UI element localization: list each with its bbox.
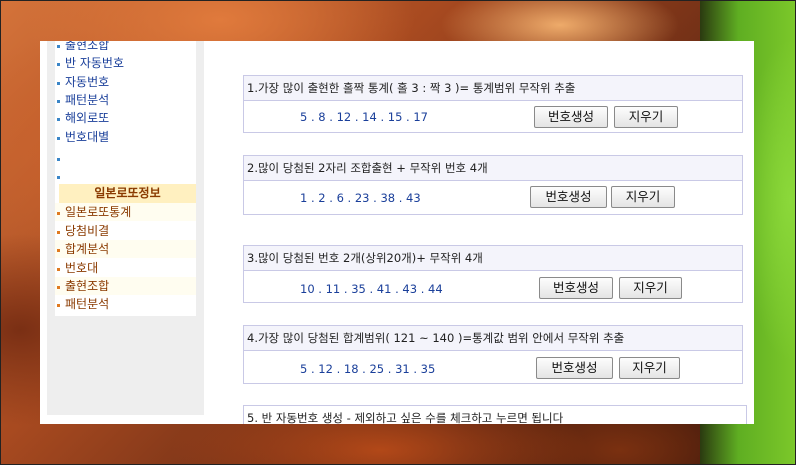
clear-button[interactable]: 지우기 — [619, 357, 680, 379]
sidebar-item-label: 당첨비결 — [65, 224, 110, 238]
sidebar-menu: 출현조합 반 자동번호 자동번호 패턴분석 해외로또 번호대별 일본로또정보 일… — [55, 41, 196, 316]
section-two-digit-combo: 2.많이 당첨된 2자리 조합출현 + 무작위 번호 4개 1 . 2 . 6 … — [243, 155, 743, 215]
generate-button[interactable]: 번호생성 — [530, 186, 607, 208]
section-sum-range: 4.가장 많이 당첨된 합계범위( 121 ~ 140 )=통계값 범위 안에서… — [243, 325, 743, 384]
bullet-icon — [57, 63, 60, 66]
bullet-icon — [57, 118, 60, 121]
sidebar-item-label: 반 자동번호 — [65, 56, 125, 70]
section-title: 5. 반 자동번호 생성 - 제외하고 싶은 수를 체크하고 누르면 됩니다 — [244, 406, 746, 424]
generated-numbers: 5 . 8 . 12 . 14 . 15 . 17 — [300, 110, 428, 124]
sidebar-item-japan-combo[interactable]: 출현조합 — [55, 277, 196, 295]
sidebar-item-semi-auto[interactable]: 반 자동번호 — [55, 54, 196, 72]
japan-lotto-header: 일본로또정보 — [59, 184, 196, 203]
sidebar-item-label: 자동번호 — [65, 75, 110, 89]
sidebar: 출현조합 반 자동번호 자동번호 패턴분석 해외로또 번호대별 일본로또정보 일… — [47, 41, 204, 415]
bullet-icon — [57, 286, 60, 289]
bullet-icon — [57, 158, 60, 161]
generated-numbers: 10 . 11 . 35 . 41 . 43 . 44 — [300, 282, 443, 296]
lotto-page: 출현조합 반 자동번호 자동번호 패턴분석 해외로또 번호대별 일본로또정보 일… — [40, 41, 754, 424]
generated-numbers: 5 . 12 . 18 . 25 . 31 . 35 — [300, 362, 436, 376]
sidebar-item-number-range[interactable]: 번호대별 — [55, 128, 196, 146]
bullet-icon — [57, 100, 60, 103]
sidebar-item-label: 번호대 — [65, 261, 99, 275]
sidebar-item-label: 해외로또 — [65, 111, 110, 125]
sidebar-item-overseas[interactable]: 해외로또 — [55, 109, 196, 127]
clear-button[interactable]: 지우기 — [614, 106, 678, 128]
generate-button[interactable]: 번호생성 — [539, 277, 613, 299]
sidebar-item-pattern[interactable]: 패턴분석 — [55, 91, 196, 109]
sidebar-item-japan-secret[interactable]: 당첨비결 — [55, 222, 196, 240]
bullet-icon — [57, 82, 60, 85]
sidebar-item-auto[interactable]: 자동번호 — [55, 73, 196, 91]
sidebar-item-label: 일본로또통계 — [65, 205, 132, 219]
sidebar-item-japan-range[interactable]: 번호대 — [55, 259, 196, 277]
section-title: 4.가장 많이 당첨된 합계범위( 121 ~ 140 )=통계값 범위 안에서… — [244, 326, 742, 351]
sidebar-item-label: 출현조합 — [65, 41, 110, 52]
generated-numbers: 1 . 2 . 6 . 23 . 38 . 43 — [300, 191, 421, 205]
sidebar-item-appearance-combo[interactable]: 출현조합 — [55, 41, 196, 54]
section-title: 2.많이 당첨된 2자리 조합출현 + 무작위 번호 4개 — [244, 156, 742, 181]
section-top20-numbers: 3.많이 당첨된 번호 2개(상위20개)+ 무작위 4개 10 . 11 . … — [243, 245, 743, 303]
sidebar-item-japan-pattern[interactable]: 패턴분석 — [55, 295, 196, 313]
section-semi-auto: 5. 반 자동번호 생성 - 제외하고 싶은 수를 체크하고 누르면 됩니다 — [243, 405, 747, 424]
sidebar-item-japan-sum[interactable]: 합계분석 — [55, 240, 196, 258]
clear-button[interactable]: 지우기 — [619, 277, 682, 299]
bullet-icon — [57, 212, 60, 215]
bullet-icon — [57, 176, 60, 179]
section-title: 1.가장 많이 출현한 홀짝 통계( 홀 3 : 짝 3 )= 통계범위 무작위… — [244, 76, 742, 101]
bullet-icon — [57, 268, 60, 271]
sidebar-item-label: 합계분석 — [65, 242, 110, 256]
sidebar-item-label: 출현조합 — [65, 279, 110, 293]
bullet-icon — [57, 249, 60, 252]
generate-button[interactable]: 번호생성 — [536, 357, 613, 379]
section-title: 3.많이 당첨된 번호 2개(상위20개)+ 무작위 4개 — [244, 246, 742, 271]
bullet-icon — [57, 231, 60, 234]
sidebar-item-japan-stats[interactable]: 일본로또통계 — [55, 203, 196, 221]
generate-button[interactable]: 번호생성 — [534, 106, 608, 128]
bullet-icon — [57, 137, 60, 140]
bullet-icon — [57, 45, 60, 48]
section-odd-even: 1.가장 많이 출현한 홀짝 통계( 홀 3 : 짝 3 )= 통계범위 무작위… — [243, 75, 743, 133]
bullet-icon — [57, 304, 60, 307]
sidebar-item-label: 번호대별 — [65, 130, 110, 144]
sidebar-item-label: 패턴분석 — [65, 297, 110, 311]
sidebar-item-label: 패턴분석 — [65, 93, 110, 107]
clear-button[interactable]: 지우기 — [611, 186, 675, 208]
